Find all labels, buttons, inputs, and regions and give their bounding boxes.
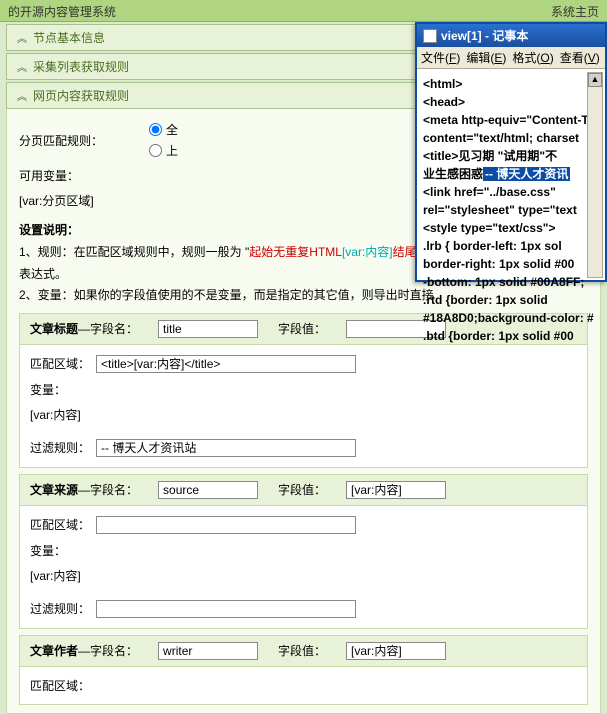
notepad-window[interactable]: view[1] - 记事本 文件(F) 编辑(E) 格式(O) 查看(V) <h… <box>415 22 607 282</box>
scroll-up-icon[interactable]: ▲ <box>588 73 602 87</box>
chevron-icon: ︽ <box>17 59 27 74</box>
filter-label: 过滤规则： <box>30 600 90 617</box>
article-source-label: 文章来源 <box>30 483 78 497</box>
writer-field-input[interactable] <box>158 642 258 660</box>
title-filter-input[interactable] <box>96 439 356 457</box>
value-label: 字段值： <box>278 481 326 498</box>
menu-view[interactable]: 查看(V) <box>560 49 600 66</box>
value-label: 字段值： <box>278 320 326 337</box>
title-match-input[interactable] <box>96 355 356 373</box>
notepad-menu[interactable]: 文件(F) 编辑(E) 格式(O) 查看(V) <box>417 47 605 69</box>
menu-file[interactable]: 文件(F) <box>421 49 460 66</box>
page-title: 的开源内容管理系统 <box>8 3 116 18</box>
match-label: 匹配区域： <box>30 677 90 694</box>
menu-edit[interactable]: 编辑(E) <box>466 49 506 66</box>
var-lbl: 变量： <box>30 542 66 559</box>
source-filter-input[interactable] <box>96 600 356 618</box>
title-field-input[interactable] <box>158 320 258 338</box>
match-label: 匹配区域： <box>30 355 90 372</box>
var-label: 可用变量： <box>19 167 79 184</box>
article-writer-label: 文章作者 <box>30 644 78 658</box>
match-label: 匹配区域： <box>30 516 90 533</box>
var-value: [var:分页区域] <box>19 192 94 209</box>
notepad-body[interactable]: <html><head><meta http-equiv="Content-Tc… <box>417 69 605 351</box>
article-title-label: 文章标题 <box>30 322 78 336</box>
var-lbl: 变量： <box>30 381 66 398</box>
var-content: [var:内容] <box>30 406 81 423</box>
value-label: 字段值： <box>278 642 326 659</box>
radio-up[interactable] <box>149 144 162 157</box>
notepad-icon <box>423 29 437 43</box>
chevron-icon: ︽ <box>17 88 27 103</box>
source-match-input[interactable] <box>96 516 356 534</box>
filter-label: 过滤规则： <box>30 439 90 456</box>
radio-all[interactable] <box>149 123 162 136</box>
writer-value-input[interactable] <box>346 642 446 660</box>
home-link[interactable]: 系统主页 <box>551 3 599 18</box>
chevron-icon: ︽ <box>17 30 27 45</box>
notepad-scrollbar[interactable]: ▲ <box>587 72 603 278</box>
source-value-input[interactable] <box>346 481 446 499</box>
menu-format[interactable]: 格式(O) <box>512 49 553 66</box>
source-field-input[interactable] <box>158 481 258 499</box>
notepad-titlebar[interactable]: view[1] - 记事本 <box>417 24 605 47</box>
var-content: [var:内容] <box>30 567 81 584</box>
page-rule-label: 分页匹配规则： <box>19 132 103 149</box>
